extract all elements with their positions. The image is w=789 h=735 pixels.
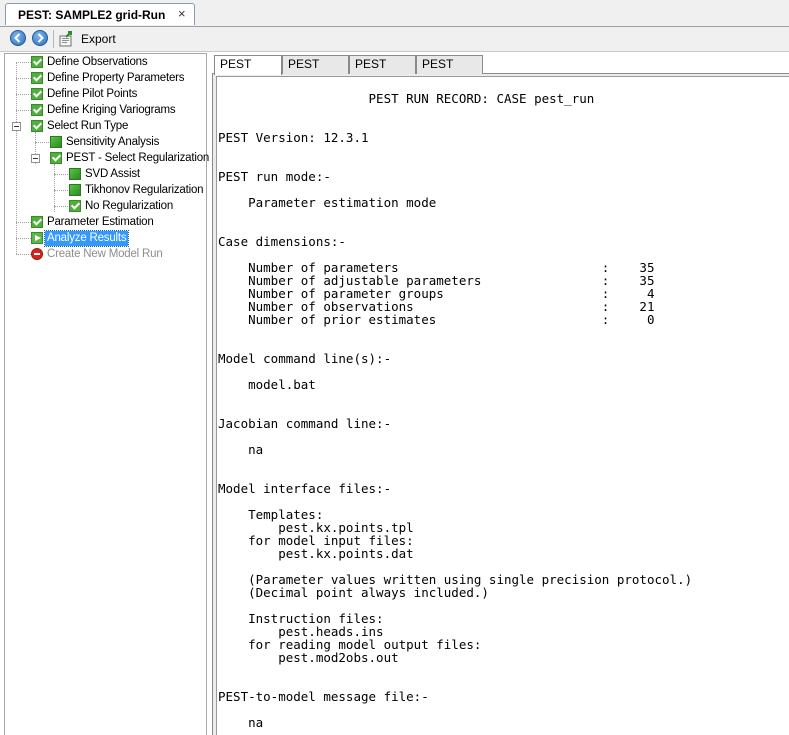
export-icon (59, 31, 75, 47)
record-line: model.bat (218, 377, 316, 392)
tree-item-label: Create New Model Run (47, 248, 163, 260)
record-line: PEST Version: 12.3.1 (218, 130, 369, 145)
check-icon (31, 120, 43, 132)
record-line: na (218, 442, 264, 457)
tree-connector (54, 164, 55, 212)
record-heading: PEST RUN RECORD: CASE pest_run (218, 91, 595, 106)
check-icon (50, 152, 62, 164)
export-label: Export (81, 32, 116, 46)
tree-item-label: PEST - Select Regularization (66, 152, 210, 164)
record-line: Case dimensions:- (218, 234, 346, 249)
record-line: Parameter estimation mode (218, 195, 437, 210)
close-icon[interactable]: × (178, 6, 186, 21)
tree-item-label: Define Pilot Points (47, 88, 138, 100)
tree-item-label: Define Property Parameters (47, 72, 185, 84)
check-icon (31, 104, 43, 116)
square-icon (50, 136, 62, 148)
record-line: na (218, 715, 264, 730)
forward-arrow-icon[interactable] (32, 30, 48, 46)
square-icon (69, 168, 81, 180)
tree-item-label: SVD Assist (85, 168, 140, 180)
tab-pest-rec[interactable]: PEST .REC (214, 55, 282, 88)
record-line: PEST-to-model message file:- (218, 689, 429, 704)
tree-item-label: Sensitivity Analysis (66, 136, 160, 148)
tab-pest-sen[interactable]: PEST .SEN (349, 55, 416, 88)
check-icon (69, 200, 81, 212)
record-line: (Decimal point always included.) (218, 585, 489, 600)
check-icon (31, 216, 43, 228)
record-line: Jacobian command line:- (218, 416, 392, 431)
square-icon (69, 184, 81, 196)
tree-item-label: Define Kriging Variograms (47, 104, 176, 116)
collapse-toggle-icon[interactable] (12, 122, 21, 131)
tab-pest-res[interactable]: PEST .RES (416, 55, 483, 88)
tree-item-label: Analyze Results (43, 230, 130, 247)
arrow-icon (31, 232, 43, 244)
record-line: pest.kx.points.dat (218, 546, 414, 561)
tree-connector (16, 62, 17, 254)
record-line: Model command line(s):- (218, 351, 392, 366)
document-tab[interactable]: PEST: SAMPLE2 grid-Run × (5, 3, 195, 25)
record-text-view[interactable]: PEST RUN RECORD: CASE pest_run PEST Vers… (216, 76, 789, 735)
tree-item-label: Select Run Type (47, 120, 129, 132)
tree-item-label: Parameter Estimation (47, 216, 154, 228)
back-arrow-icon[interactable] (10, 30, 26, 46)
check-icon (31, 56, 43, 68)
collapse-toggle-icon[interactable] (31, 154, 40, 163)
stop-icon (31, 248, 43, 260)
workflow-tree: Define Observations Define Property Para… (4, 53, 210, 735)
toolbar-separator (53, 30, 54, 48)
record-line: Number of prior estimates : 0 (218, 312, 655, 327)
tab-pest-seo[interactable]: PEST .SEO (282, 55, 349, 88)
toolbar: Export (0, 27, 789, 52)
tree-item-label: Define Observations (47, 56, 148, 68)
check-icon (31, 72, 43, 84)
tree-item-label: No Regularization (85, 200, 174, 212)
record-line: pest.mod2obs.out (218, 650, 399, 665)
document-tab-strip: PEST: SAMPLE2 grid-Run × (0, 0, 789, 27)
document-tab-title: PEST: SAMPLE2 grid-Run (18, 8, 166, 22)
record-line: Model interface files:- (218, 481, 392, 496)
check-icon (31, 88, 43, 100)
record-line: PEST run mode:- (218, 169, 331, 184)
tree-item-label: Tikhonov Regularization (85, 184, 204, 196)
